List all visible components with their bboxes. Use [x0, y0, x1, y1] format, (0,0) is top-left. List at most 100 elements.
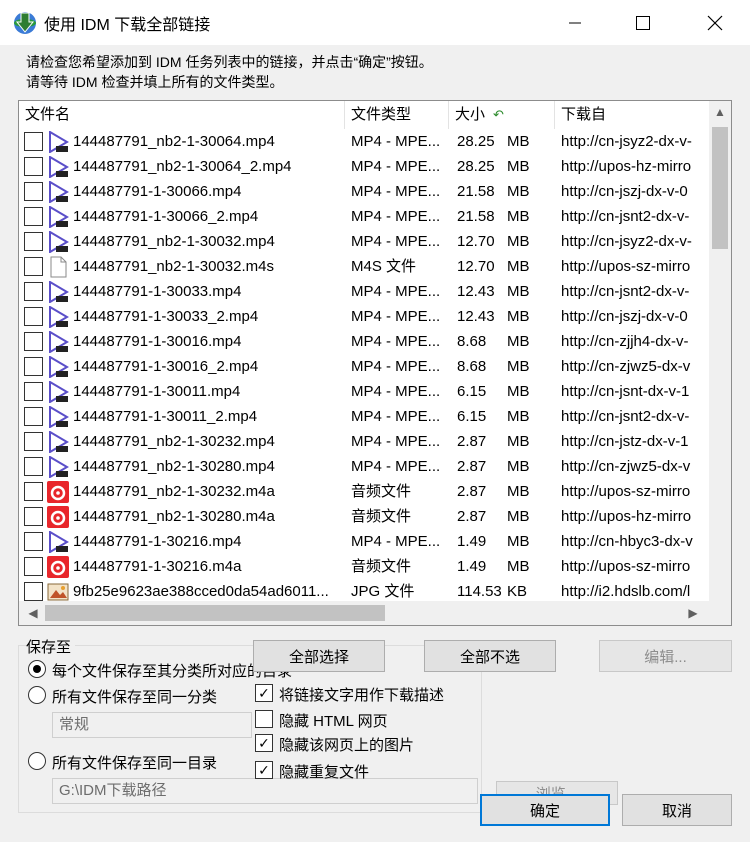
file-size: 114.53: [457, 583, 502, 600]
row-checkbox[interactable]: [24, 532, 43, 551]
table-row[interactable]: 144487791-1-30016.mp4 MP4 - MPE... 8.68 MB h…: [19, 329, 709, 354]
file-size-unit: MB: [507, 158, 530, 175]
table-row[interactable]: 144487791_nb2-1-30032.m4s M4S 文件 12.70 MB ht…: [19, 254, 709, 279]
file-name: 144487791-1-30033.mp4: [73, 283, 242, 300]
file-type: M4S 文件: [351, 258, 417, 275]
checkbox-use-link-text[interactable]: ✓: [255, 684, 273, 702]
table-row[interactable]: 144487791-1-30216.mp4 MP4 - MPE... 1.49 MB h…: [19, 529, 709, 554]
row-checkbox[interactable]: [24, 557, 43, 576]
file-size: 2.87: [457, 458, 487, 475]
radio-save-same-category-label: 所有文件保存至同一分类: [52, 689, 218, 706]
scroll-left-icon[interactable]: ◀: [23, 606, 43, 620]
file-size-unit: MB: [507, 433, 530, 450]
row-checkbox[interactable]: [24, 357, 43, 376]
column-header-source[interactable]: 下载自: [555, 101, 709, 129]
video-file-icon: [47, 405, 69, 429]
row-checkbox[interactable]: [24, 182, 43, 201]
row-checkbox[interactable]: [24, 482, 43, 501]
table-row[interactable]: 144487791_nb2-1-30064_2.mp4 MP4 - MPE... 2…: [19, 154, 709, 179]
table-row[interactable]: 144487791_nb2-1-30064.mp4 MP4 - MPE... 28.…: [19, 129, 709, 154]
scroll-corner: [709, 601, 731, 625]
table-row[interactable]: 144487791-1-30216.m4a 音频文件 1.49 MB http://up…: [19, 554, 709, 579]
radio-save-same-dir[interactable]: [28, 752, 46, 770]
row-checkbox[interactable]: [24, 207, 43, 226]
table-row[interactable]: 144487791_nb2-1-30232.mp4 MP4 - MPE... 2.8…: [19, 429, 709, 454]
file-source: http://cn-jsnt2-dx-v-: [561, 408, 690, 425]
minimize-icon: [569, 22, 581, 23]
select-none-button[interactable]: 全部不选: [424, 640, 556, 672]
video-file-icon: [47, 530, 69, 554]
file-size: 1.49: [457, 558, 487, 575]
file-size-unit: MB: [507, 408, 530, 425]
instruction-line-2: 请等待 IDM 检查并填上所有的文件类型。: [26, 74, 284, 90]
row-checkbox[interactable]: [24, 382, 43, 401]
file-name: 144487791-1-30066_2.mp4: [73, 208, 259, 225]
row-checkbox[interactable]: [24, 507, 43, 526]
row-checkbox[interactable]: [24, 157, 43, 176]
file-type: MP4 - MPE...: [351, 358, 441, 375]
column-header-name[interactable]: 文件名: [19, 101, 345, 129]
row-checkbox[interactable]: [24, 582, 43, 601]
scroll-right-icon[interactable]: ▶: [683, 606, 703, 620]
row-checkbox[interactable]: [24, 307, 43, 326]
radio-save-same-category[interactable]: [28, 686, 46, 704]
column-header-type[interactable]: 文件类型: [345, 101, 449, 129]
table-row[interactable]: 144487791-1-30011_2.mp4 MP4 - MPE... 6.15 M…: [19, 404, 709, 429]
table-row[interactable]: 144487791-1-30033.mp4 MP4 - MPE... 12.43 MB…: [19, 279, 709, 304]
table-row[interactable]: 144487791-1-30066_2.mp4 MP4 - MPE... 21.58…: [19, 204, 709, 229]
table-row[interactable]: 144487791-1-30066.mp4 MP4 - MPE... 21.58 MB…: [19, 179, 709, 204]
file-name: 144487791-1-30011_2.mp4: [73, 408, 258, 425]
scroll-up-icon[interactable]: ▲: [710, 105, 730, 119]
radio-save-same-dir-label: 所有文件保存至同一目录: [52, 755, 218, 772]
edit-button[interactable]: 编辑...: [599, 640, 732, 672]
maximize-icon: [636, 15, 650, 30]
vertical-scrollbar[interactable]: ▲: [709, 101, 731, 601]
row-checkbox[interactable]: [24, 457, 43, 476]
maximize-button[interactable]: [620, 0, 666, 45]
table-row[interactable]: 144487791-1-30033_2.mp4 MP4 - MPE... 12.43…: [19, 304, 709, 329]
ok-label: 确定: [529, 802, 560, 820]
row-checkbox[interactable]: [24, 407, 43, 426]
checkbox-use-link-text-label: 将链接文字用作下载描述: [279, 687, 445, 704]
checkbox-hide-images[interactable]: ✓: [255, 734, 273, 752]
file-size-unit: MB: [507, 458, 530, 475]
table-row[interactable]: 144487791_nb2-1-30032.mp4 MP4 - MPE... 12.…: [19, 229, 709, 254]
file-name: 144487791-1-30016_2.mp4: [73, 358, 259, 375]
horizontal-scroll-thumb[interactable]: [45, 605, 385, 621]
file-source: http://cn-jszj-dx-v-0: [561, 308, 688, 325]
file-type: MP4 - MPE...: [351, 533, 441, 550]
table-row[interactable]: 144487791_nb2-1-30232.m4a 音频文件 2.87 MB http:…: [19, 479, 709, 504]
directory-input: G:\IDM下载路径: [52, 778, 478, 804]
column-header-size[interactable]: 大小 ↶: [449, 101, 555, 129]
table-row[interactable]: 144487791-1-30011.mp4 MP4 - MPE... 6.15 MB h…: [19, 379, 709, 404]
minimize-button[interactable]: [552, 0, 598, 45]
video-file-icon: [47, 455, 69, 479]
checkbox-hide-html[interactable]: [255, 710, 273, 728]
row-checkbox[interactable]: [24, 332, 43, 351]
table-row[interactable]: 144487791_nb2-1-30280.m4a 音频文件 2.87 MB http:…: [19, 504, 709, 529]
select-all-button[interactable]: 全部选择: [253, 640, 385, 672]
file-name: 144487791-1-30033_2.mp4: [73, 308, 259, 325]
table-row[interactable]: 144487791_nb2-1-30280.mp4 MP4 - MPE... 2.8…: [19, 454, 709, 479]
row-checkbox[interactable]: [24, 257, 43, 276]
row-checkbox[interactable]: [24, 132, 43, 151]
vertical-scroll-thumb[interactable]: [712, 127, 728, 249]
row-checkbox[interactable]: [24, 232, 43, 251]
table-row[interactable]: 144487791-1-30016_2.mp4 MP4 - MPE... 8.68 M…: [19, 354, 709, 379]
list-rows: 144487791_nb2-1-30064.mp4 MP4 - MPE... 28.…: [19, 129, 709, 601]
select-all-label: 全部选择: [288, 648, 349, 666]
row-checkbox[interactable]: [24, 432, 43, 451]
cancel-button[interactable]: 取消: [622, 794, 732, 826]
file-size-unit: MB: [507, 333, 530, 350]
file-size-unit: MB: [507, 533, 530, 550]
table-row[interactable]: 9fb25e9623ae388cced0da54ad6011... JPG 文件 1…: [19, 579, 709, 601]
checkbox-hide-duplicates[interactable]: ✓: [255, 761, 273, 779]
ok-button[interactable]: 确定: [480, 794, 610, 826]
file-source: http://cn-jszj-dx-v-0: [561, 183, 688, 200]
radio-save-by-category[interactable]: [28, 660, 46, 678]
file-size-unit: MB: [507, 308, 530, 325]
row-checkbox[interactable]: [24, 282, 43, 301]
file-list[interactable]: 文件名 文件类型 大小 ↶ 下载自 144487791_nb2-1-30064.m…: [18, 100, 732, 626]
horizontal-scrollbar[interactable]: ◀ ▶: [19, 601, 709, 625]
close-button[interactable]: [692, 0, 738, 45]
